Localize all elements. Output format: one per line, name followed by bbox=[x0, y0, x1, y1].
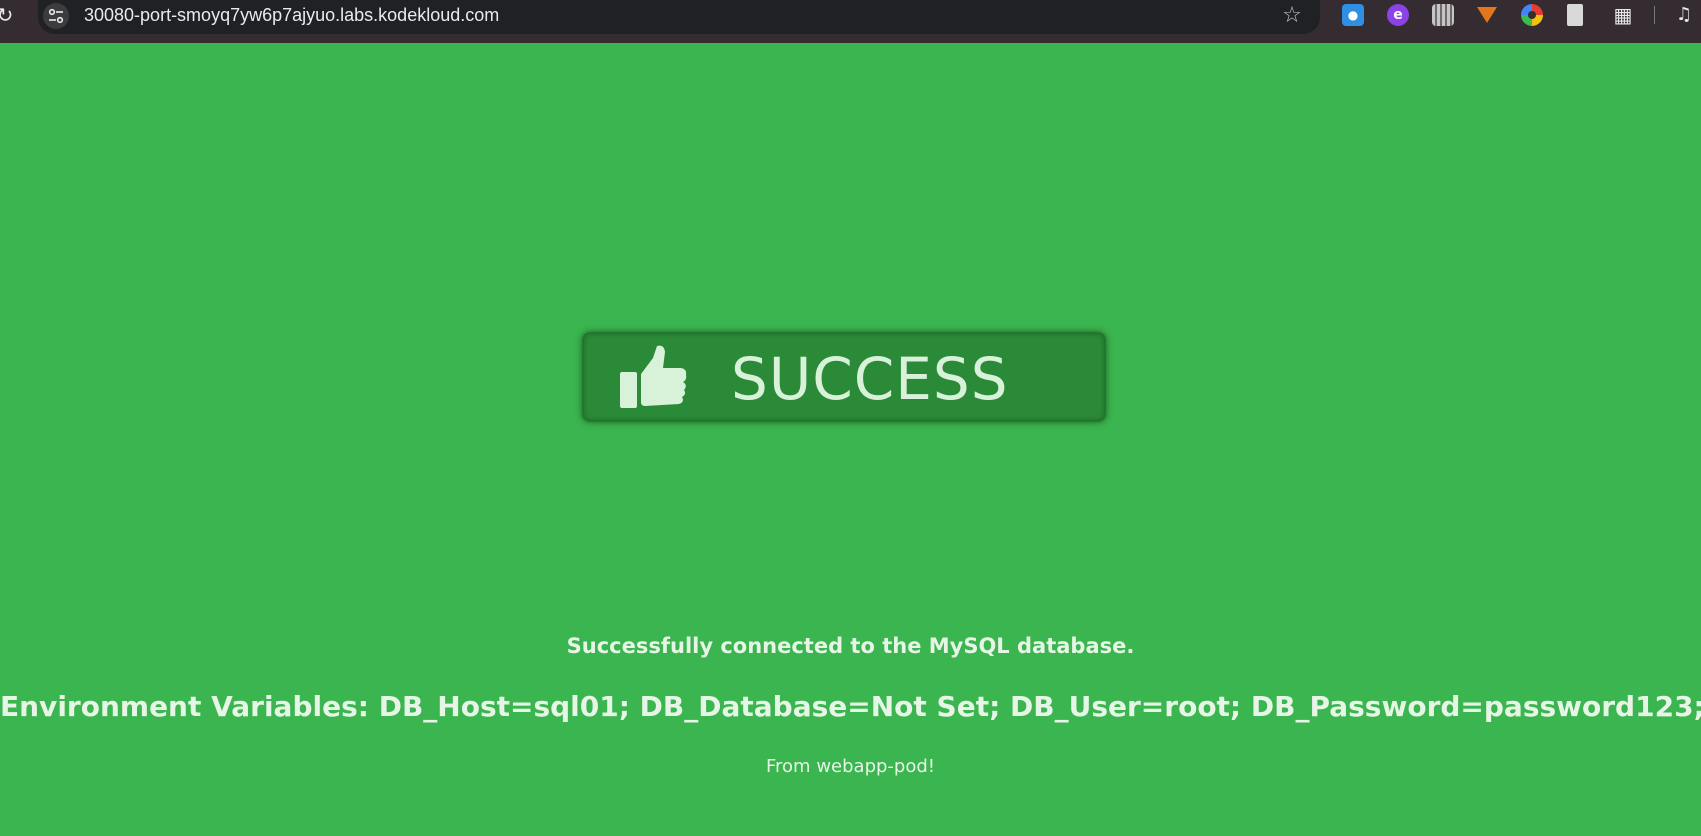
success-banner: SUCCESS bbox=[582, 332, 1106, 422]
environment-variables-heading: Environment Variables: DB_Host=sql01; DB… bbox=[0, 690, 1701, 723]
puzzle-extensions-icon[interactable]: ▦ bbox=[1612, 4, 1634, 26]
fox-extension-icon[interactable] bbox=[1476, 4, 1498, 26]
document-extension-icon[interactable] bbox=[1567, 4, 1583, 26]
toolbar-divider bbox=[1654, 6, 1655, 24]
success-label: SUCCESS bbox=[731, 345, 1009, 413]
color-picker-extension-icon[interactable] bbox=[1521, 4, 1543, 26]
browser-toolbar: ↻ 30080-port-smoyq7yw6p7ajyuo.labs.kodek… bbox=[0, 0, 1701, 43]
star-icon[interactable]: ☆ bbox=[1278, 2, 1306, 30]
reload-icon[interactable]: ↻ bbox=[0, 4, 16, 26]
media-control-icon[interactable]: ♫ bbox=[1676, 4, 1698, 26]
address-bar[interactable]: 30080-port-smoyq7yw6p7ajyuo.labs.kodeklo… bbox=[38, 0, 1320, 34]
url-text[interactable]: 30080-port-smoyq7yw6p7ajyuo.labs.kodeklo… bbox=[84, 5, 499, 26]
thumbs-up-icon bbox=[620, 345, 687, 408]
qr-code-extension-icon[interactable] bbox=[1432, 4, 1454, 26]
tune-icon bbox=[48, 8, 64, 24]
pod-source-text: From webapp-pod! bbox=[766, 756, 935, 777]
e-extension-icon[interactable]: e bbox=[1387, 4, 1409, 26]
water-drop-extension-icon[interactable]: ● bbox=[1342, 4, 1364, 26]
status-message: Successfully connected to the MySQL data… bbox=[566, 634, 1135, 658]
site-info-button[interactable] bbox=[43, 3, 69, 29]
